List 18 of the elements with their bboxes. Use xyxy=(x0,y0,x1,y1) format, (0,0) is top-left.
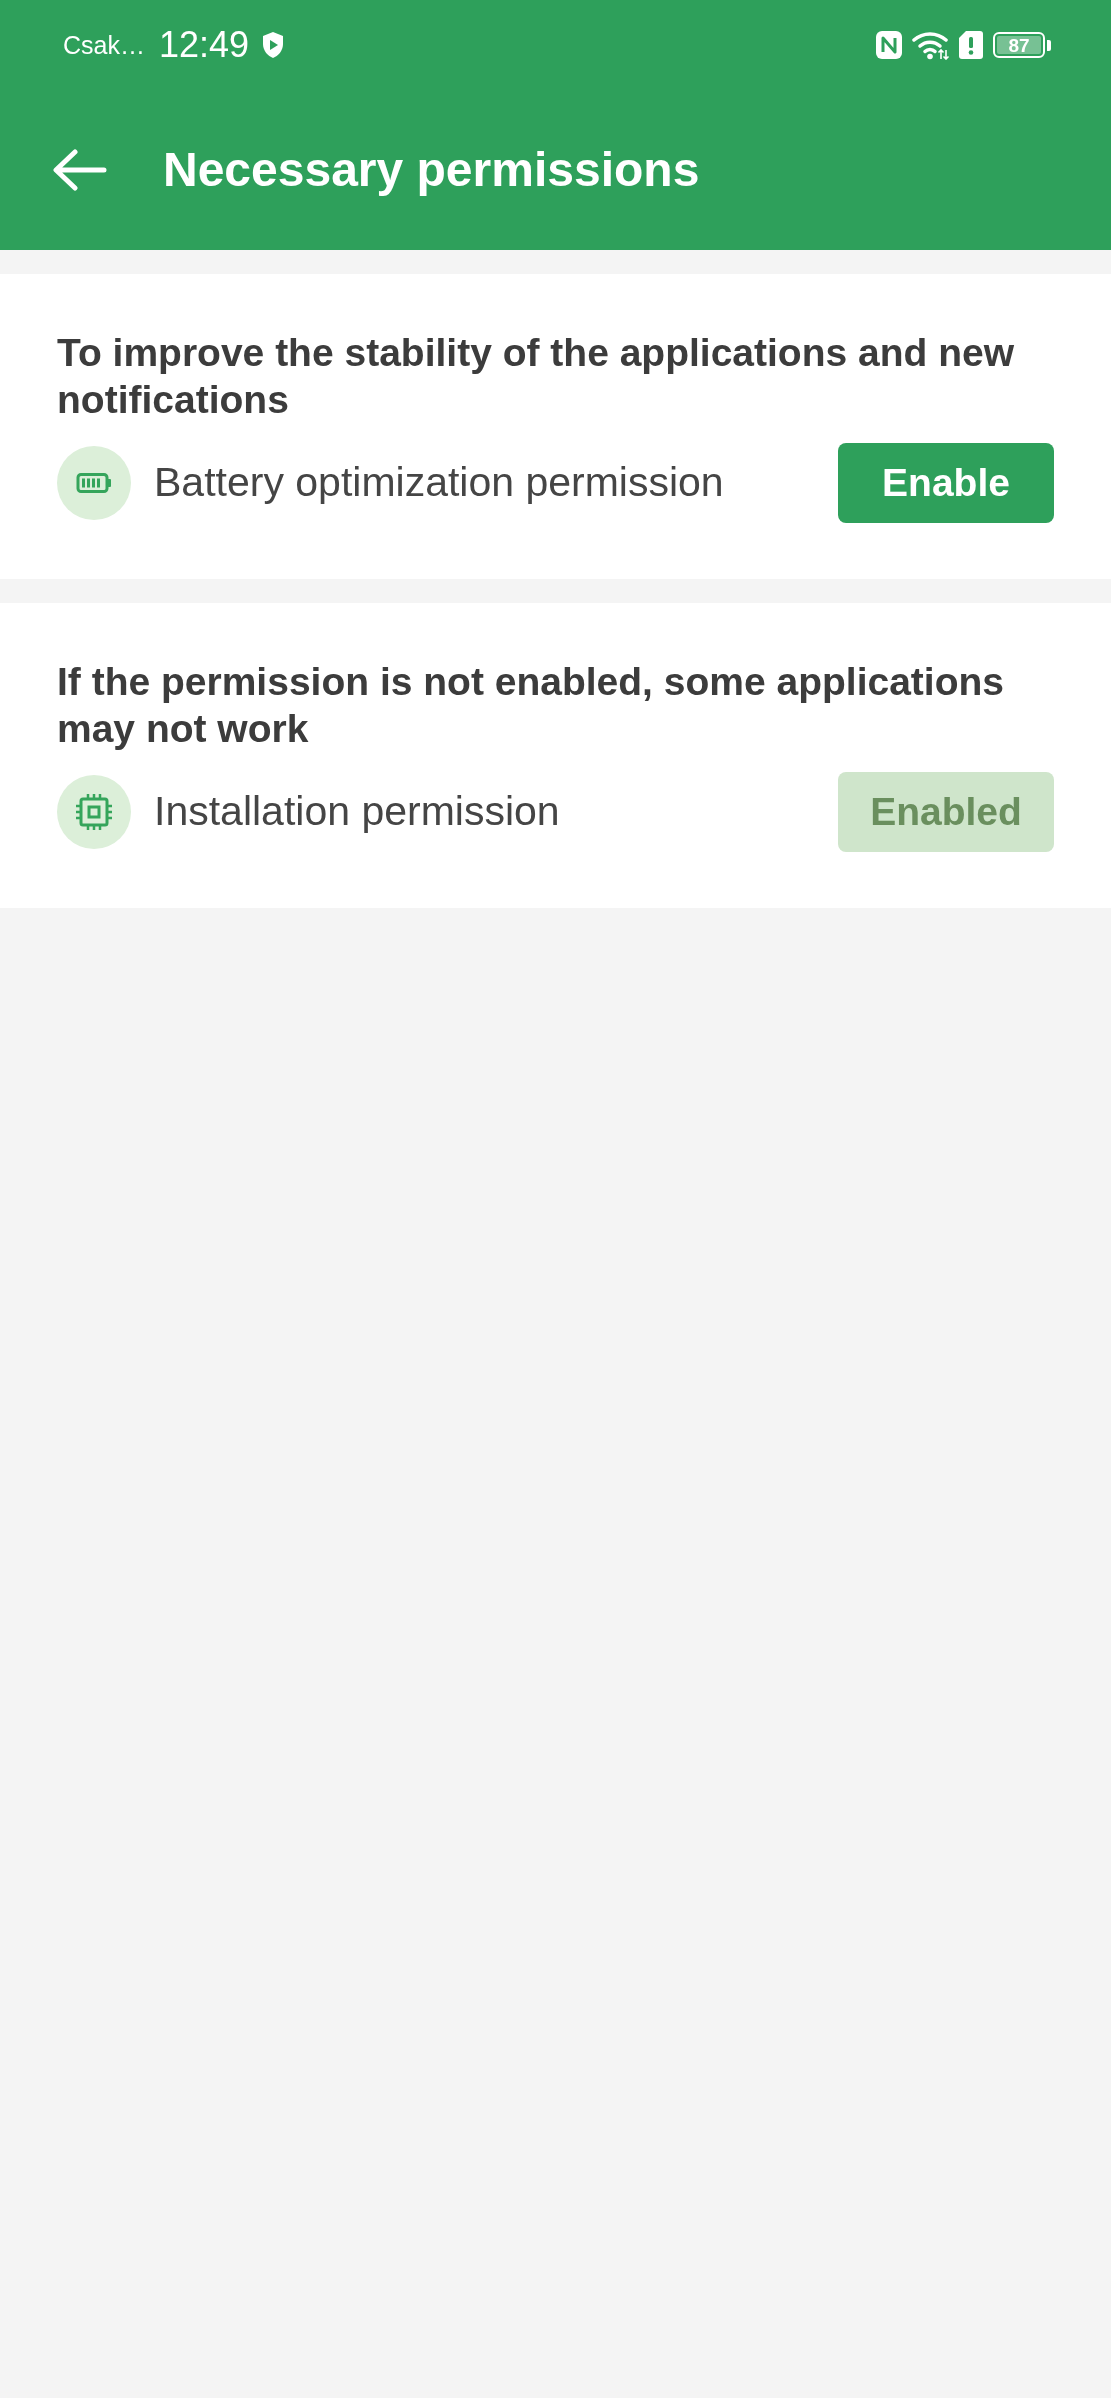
back-arrow-icon xyxy=(53,149,107,191)
clock-time: 12:49 xyxy=(158,27,250,63)
battery-indicator: 87 xyxy=(993,32,1051,58)
sim-alert-icon xyxy=(958,30,984,60)
enable-button[interactable]: Enable xyxy=(838,443,1054,523)
section-heading: To improve the stability of the applications and new notifications xyxy=(57,330,1016,423)
page-title: Necessary permissions xyxy=(163,142,700,199)
chip-icon xyxy=(57,775,131,849)
permission-label: Battery optimization permission xyxy=(154,458,725,508)
permission-label: Installation permission xyxy=(154,787,561,837)
shield-icon xyxy=(261,31,286,59)
carrier-name: Csak… xyxy=(63,32,145,58)
section-heading: If the permission is not enabled, some applications may not work xyxy=(57,659,1006,752)
back-button[interactable] xyxy=(53,149,107,191)
enable-button[interactable]: Enabled xyxy=(838,772,1054,852)
nfc-icon xyxy=(875,30,903,60)
wifi-icon xyxy=(912,30,950,60)
battery-icon xyxy=(57,446,131,520)
